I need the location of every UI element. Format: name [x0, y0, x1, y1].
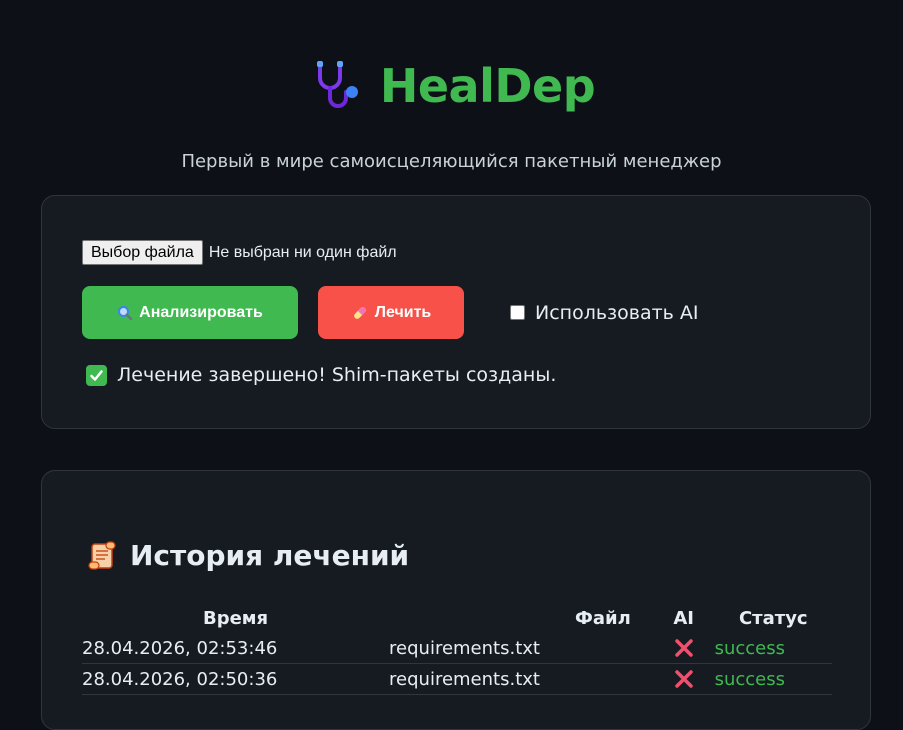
row-status: success: [714, 633, 832, 664]
use-ai-label: Использовать AI: [535, 301, 699, 324]
magnifier-icon: [118, 305, 133, 320]
use-ai-checkbox[interactable]: [510, 305, 525, 320]
row-time: 28.04.2026, 02:53:46: [82, 633, 390, 664]
heal-button[interactable]: Лечить: [318, 286, 464, 339]
column-header-time: Время: [202, 607, 269, 629]
analyze-button-label: Анализировать: [139, 303, 263, 321]
column-header-file: Файл: [574, 607, 631, 629]
row-ai: [652, 633, 715, 664]
table-row: 28.04.2026, 02:53:46 requirements.txt su…: [82, 633, 832, 664]
history-panel: История лечений Время Файл AI Статус 28.…: [41, 470, 871, 730]
analyze-button[interactable]: Анализировать: [82, 286, 298, 339]
use-ai-toggle[interactable]: Использовать AI: [510, 302, 699, 324]
app-header: HealDep: [0, 58, 903, 114]
check-mark-icon: [86, 364, 107, 386]
stethoscope-icon: [316, 61, 358, 108]
history-table: Время Файл AI Статус 28.04.2026, 02:53:4…: [82, 603, 832, 695]
cross-icon: [674, 639, 693, 657]
app-subtitle: Первый в мире самоисцеляющийся пакетный …: [181, 151, 722, 172]
file-status: Не выбран ни один файл: [208, 243, 397, 261]
heal-panel: Выбор файла Не выбран ни один файл Анали…: [41, 195, 871, 429]
heal-button-label: Лечить: [374, 303, 432, 321]
scroll-icon: [88, 540, 116, 570]
choose-file-button[interactable]: Выбор файла: [82, 240, 203, 265]
pill-icon: [353, 306, 366, 319]
table-header-row: Время Файл AI Статус: [82, 603, 832, 633]
history-heading: История лечений: [86, 539, 409, 572]
action-bar: Анализировать Лечить Использовать AI: [82, 286, 699, 339]
status-text: Лечение завершено! Shim-пакеты созданы.: [117, 364, 557, 386]
column-header-ai: AI: [673, 607, 694, 629]
app-title: HealDep: [379, 59, 596, 113]
cross-icon: [674, 670, 693, 688]
column-header-status: Статус: [738, 607, 808, 629]
status-message: Лечение завершено! Shim-пакеты созданы.: [86, 364, 556, 386]
file-input[interactable]: Выбор файла Не выбран ни один файл: [82, 240, 397, 265]
history-title: История лечений: [130, 539, 410, 572]
row-file: requirements.txt: [389, 633, 653, 664]
